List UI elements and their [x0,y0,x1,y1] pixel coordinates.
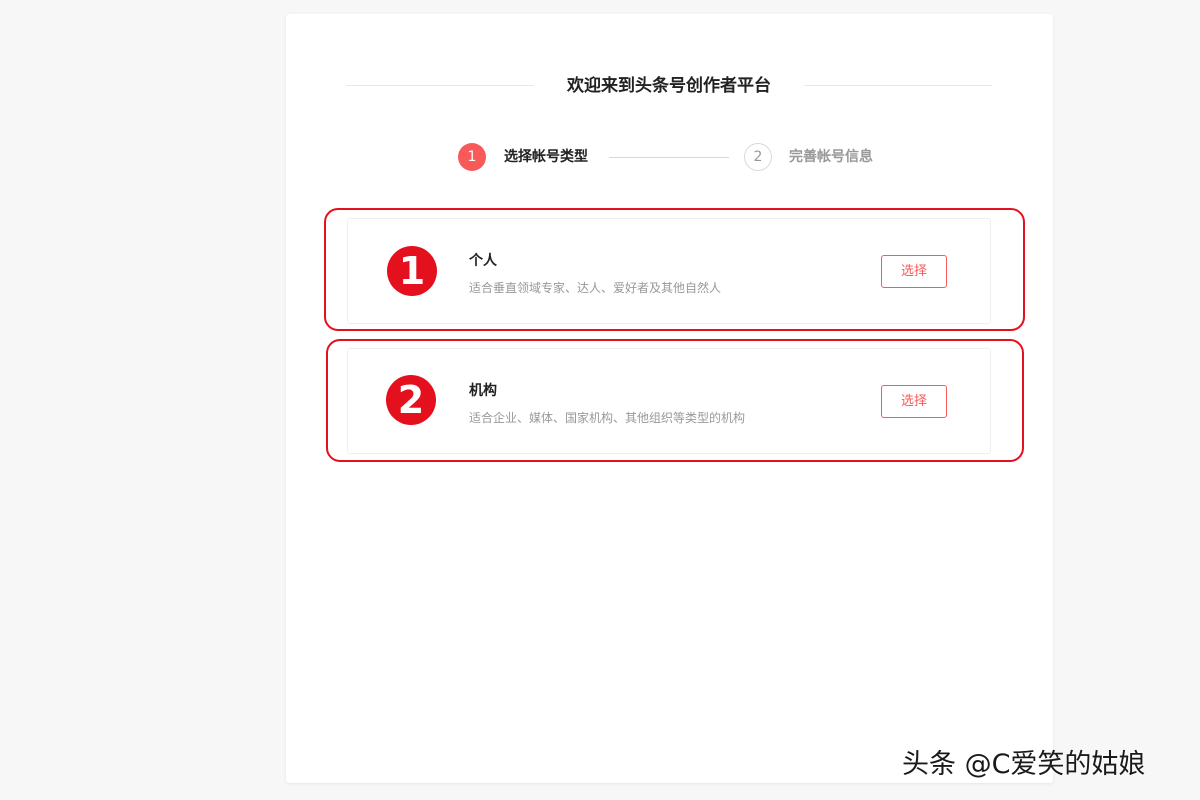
step-2-label: 完善帐号信息 [789,149,873,165]
step-connector [609,157,729,158]
stepper: 1 选择帐号类型 2 完善帐号信息 [458,142,898,174]
annotation-number-1-badge: 1 [387,246,437,296]
page-title: 欢迎来到头条号创作者平台 [567,76,771,96]
title-row: 欢迎来到头条号创作者平台 [346,72,992,100]
annotation-number-2-badge: 2 [386,375,436,425]
title-divider-left [346,85,534,86]
title-divider-right [804,85,992,86]
step-1-indicator: 1 [458,143,486,171]
step-2-indicator: 2 [744,143,772,171]
watermark: 头条 @C爱笑的姑娘 [902,749,1146,780]
step-1-label: 选择帐号类型 [504,149,588,165]
